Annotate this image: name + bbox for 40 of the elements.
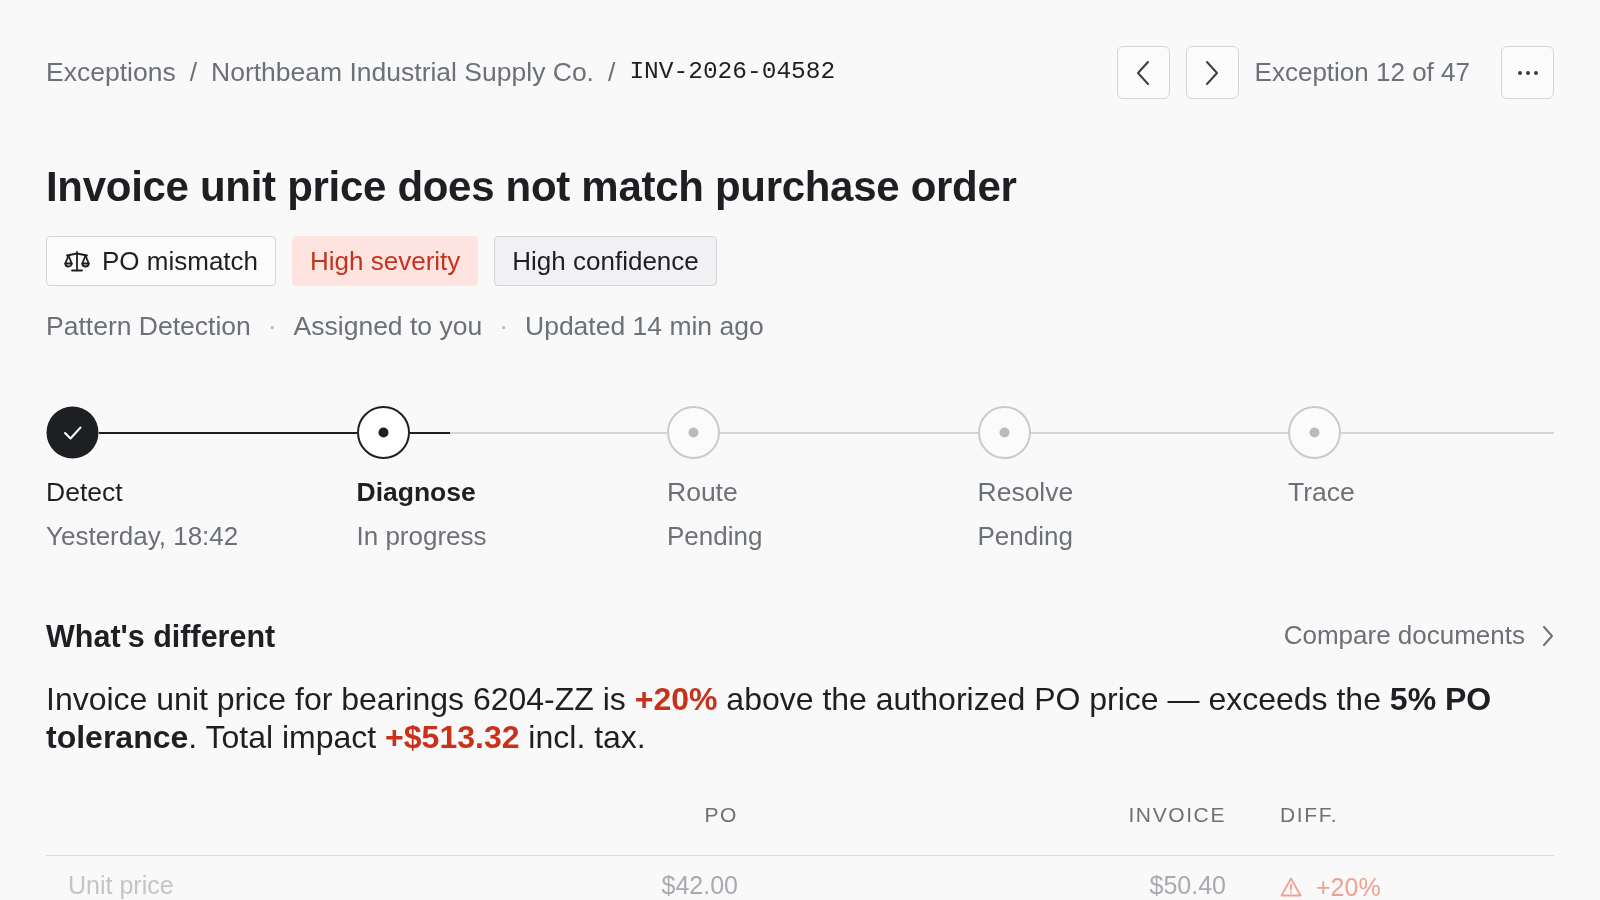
breadcrumb-current: INV-2026-04582 <box>629 57 836 88</box>
meta-text: Updated 14 min ago <box>525 311 764 341</box>
step-status: Yesterday, 18:42 <box>46 520 240 552</box>
chevron-right-icon <box>1542 624 1554 647</box>
breadcrumb-link[interactable]: Northbeam Industrial Supply Co. <box>211 52 594 93</box>
step-label: Diagnose <box>356 476 477 508</box>
meta-text: Assigned to you <box>293 311 483 341</box>
meta-separator: · <box>499 311 508 341</box>
step-status: Pending <box>667 520 764 552</box>
severity-tag: High severity <box>292 236 479 286</box>
column-header: DIFF. <box>1280 803 1339 826</box>
meta-separator: · <box>267 311 277 341</box>
step-status: In progress <box>356 520 488 552</box>
next-button[interactable] <box>1185 46 1239 99</box>
table-cell: $42.00 <box>661 871 738 899</box>
step-status: Pending <box>977 520 1074 552</box>
step-label: Trace <box>1288 476 1356 508</box>
table-cell: $50.40 <box>1149 871 1226 899</box>
chevron-right-icon <box>1204 59 1221 86</box>
page-title: Invoice unit price does not match purchase order <box>46 162 1018 212</box>
chevron-left-icon <box>1135 59 1152 86</box>
breadcrumb-link[interactable]: Exceptions <box>46 52 176 93</box>
compare-documents-link[interactable]: Compare documents <box>1283 616 1554 655</box>
meta-text: Pattern Detection <box>46 311 251 341</box>
section-heading: What's different <box>46 617 276 654</box>
confidence-tag: High confidence <box>494 236 717 286</box>
pager-label: Exception 12 of 47 <box>1254 56 1470 89</box>
step-label: Resolve <box>977 476 1075 508</box>
step-label: Route <box>667 476 739 508</box>
table-cell: +20% <box>1316 873 1381 900</box>
column-header: PO <box>704 803 738 826</box>
more-icon <box>1516 69 1539 76</box>
column-header: INVOICE <box>1128 803 1226 826</box>
step-label: Detect <box>46 476 124 508</box>
breadcrumb-separator: / <box>189 55 197 89</box>
previous-button[interactable] <box>1116 46 1170 99</box>
summary-text: Invoice unit price for bearings 6204-ZZ is +20% above the authorized PO price — exceeds the 5% PO tolerance. Total impact +$513.32 incl. tax. <box>46 680 1493 756</box>
category-label: PO mismatch <box>102 244 259 278</box>
scales-icon <box>64 250 90 272</box>
breadcrumb-separator: / <box>608 55 616 89</box>
